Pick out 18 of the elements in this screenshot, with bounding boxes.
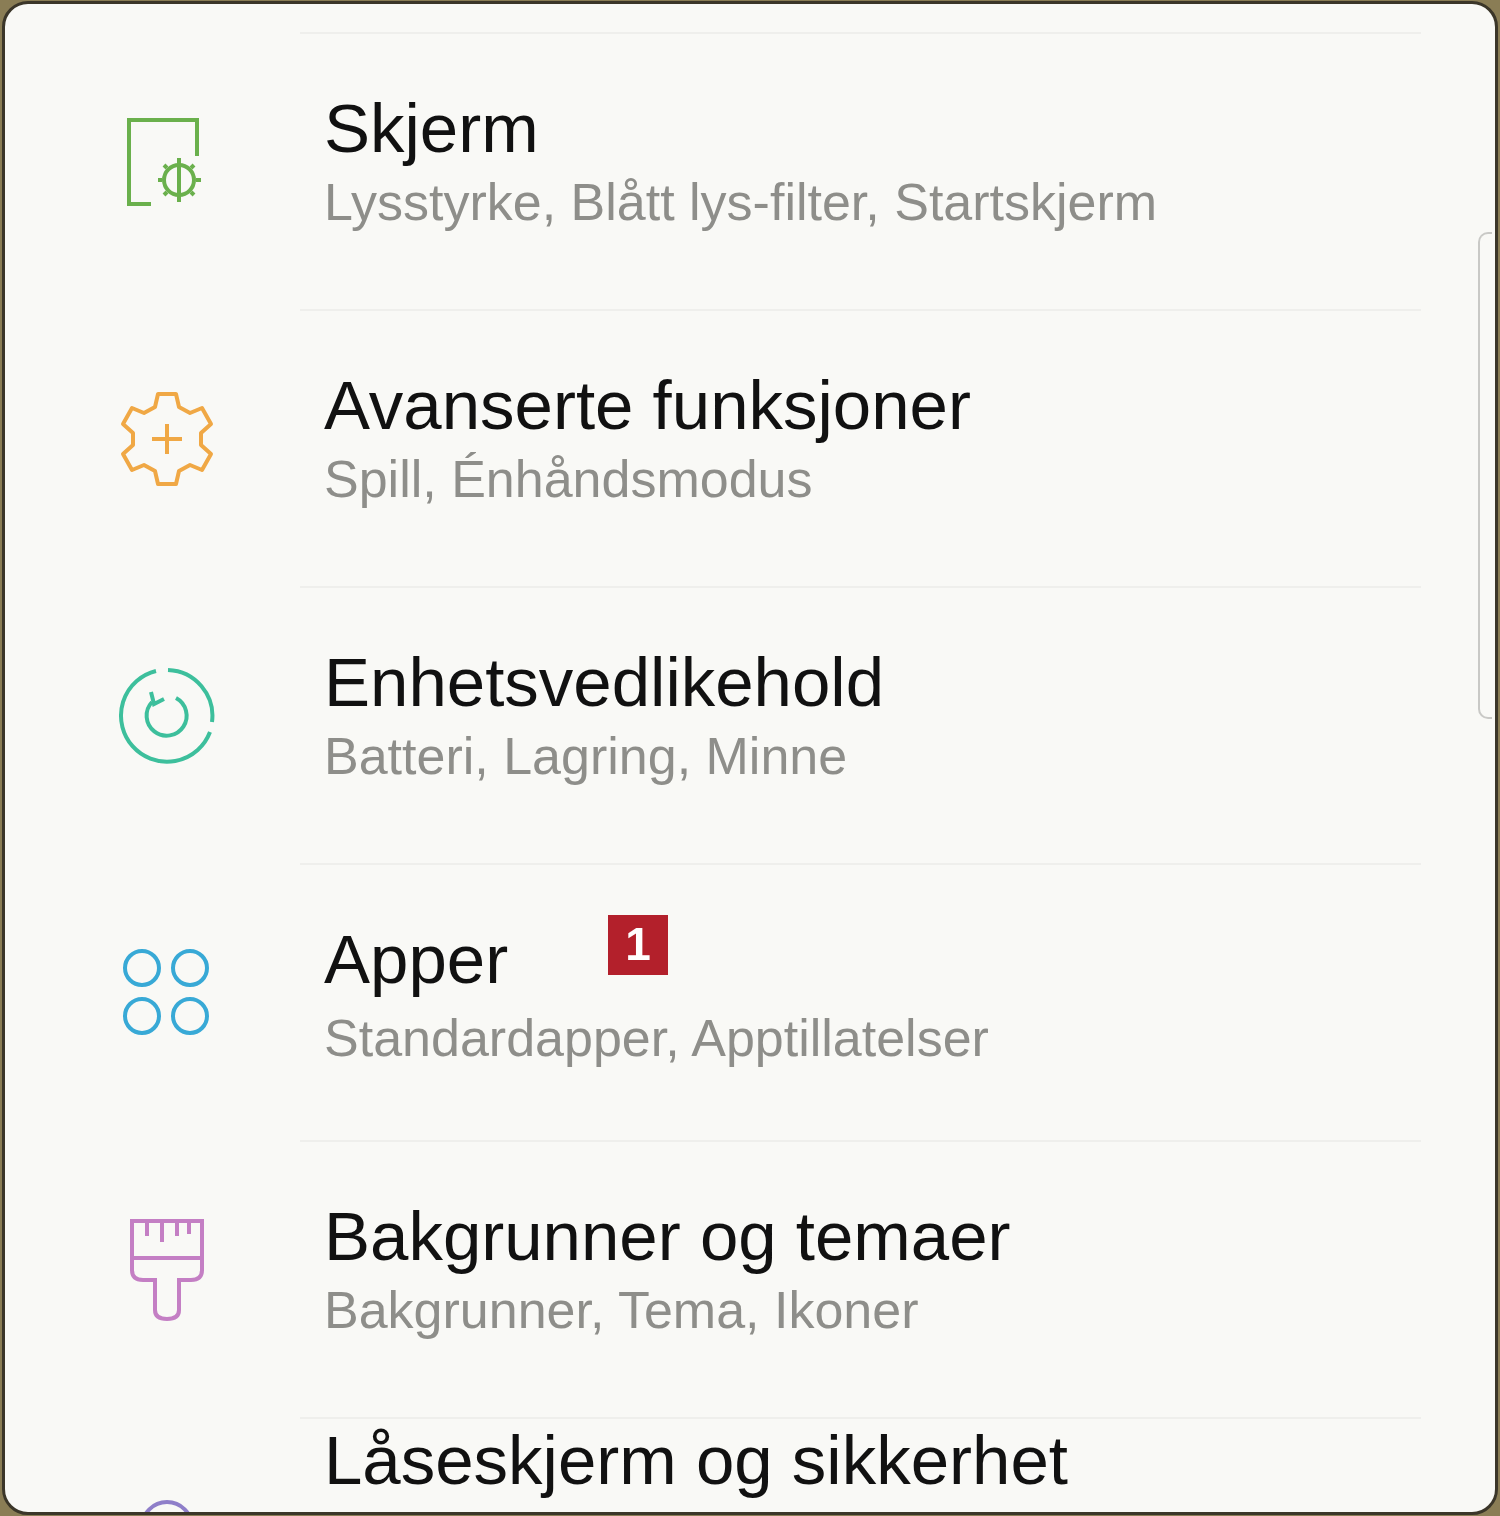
item-subtitle: Spill, Énhåndsmodus: [324, 448, 814, 510]
item-title: Apper: [324, 919, 509, 1000]
item-title: Enhetsvedlikehold: [324, 642, 885, 723]
item-subtitle: Lysstyrke, Blått lys-filter, Startskjerm: [324, 171, 1159, 233]
settings-item[interactable]: Enhetsvedlikehold Batteri, Lagring, Minne: [5, 588, 1495, 863]
item-subtitle: Bakgrunner, Tema, Ikoner: [324, 1279, 920, 1341]
settings-item[interactable]: Låseskjerm og sikkerhet: [5, 1419, 1495, 1512]
item-subtitle: Standardapper, Apptillatelser: [324, 1007, 990, 1069]
notification-badge: 1: [608, 914, 669, 975]
item-title: Bakgrunner og temaer: [324, 1196, 1011, 1277]
item-title: Låseskjerm og sikkerhet: [324, 1425, 1068, 1497]
settings-item[interactable]: Apper 1 Standardapper, Apptillatelser: [5, 865, 1495, 1140]
item-title: Avanserte funksjoner: [324, 365, 971, 446]
settings-item[interactable]: Avanserte funksjoner Spill, Énhåndsmodus: [5, 311, 1495, 586]
item-title: Skjerm: [324, 88, 539, 169]
settings-item[interactable]: Skjerm Lysstyrke, Blått lys-filter, Startskjerm: [5, 34, 1495, 309]
item-subtitle: Batteri, Lagring, Minne: [324, 725, 849, 787]
settings-item[interactable]: Bakgrunner og temaer Bakgrunner, Tema, Ikoner: [5, 1142, 1495, 1417]
